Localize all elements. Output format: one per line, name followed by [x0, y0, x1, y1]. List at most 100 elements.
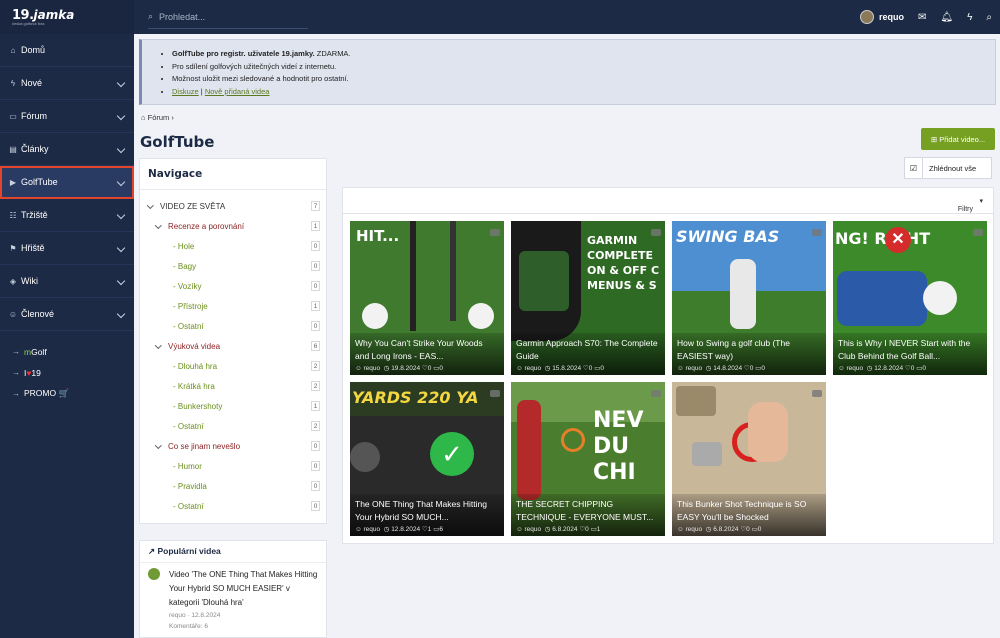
video-card[interactable]: SWING BAS How to Swing a golf club (The E… [672, 221, 826, 375]
video-title[interactable]: How to Swing a golf club (The EASIEST wa… [677, 337, 821, 363]
category-count: 2 [311, 361, 320, 371]
sidebar-item-golftube[interactable]: ▶ GolfTube [0, 166, 134, 199]
video-grid: HIT... Why You Can't Strike Your Woods an… [342, 214, 994, 544]
video-card[interactable]: NG! RIGHT ✕ This is Why I NEVER Start with… [833, 221, 987, 375]
video-date: 12.8.2024 [874, 365, 904, 372]
lightning-icon[interactable]: ϟ [967, 12, 972, 23]
discussion-link[interactable]: Diskuze [172, 87, 199, 96]
video-user[interactable]: requo [363, 526, 380, 533]
popular-videos-panel: ↗ Populární videa Video 'The ONE Thing T… [139, 540, 327, 638]
category-label: - Humor [173, 461, 202, 471]
video-user[interactable]: requo [363, 365, 380, 372]
sidebar-link-i19[interactable]: → I ♥ 19 [12, 362, 134, 383]
avatar [859, 10, 874, 24]
chevron-down-icon[interactable] [156, 223, 162, 229]
category-row[interactable]: - Humor 0 [140, 456, 326, 476]
video-card[interactable]: GARMIN COMPLETE ON & OFF C MENUS & S Garm… [511, 221, 665, 375]
video-card[interactable]: NEV DU CHI THE SECRET CHIPPING TECHNIQUE … [511, 382, 665, 536]
category-row[interactable]: - Pravidla 0 [140, 476, 326, 496]
category-row[interactable]: - Hole 0 [140, 236, 326, 256]
video-user[interactable]: requo [524, 526, 541, 533]
category-label: - Ostatní [173, 501, 204, 511]
video-card[interactable]: This Bunker Shot Technique is SO EASY Yo… [672, 382, 826, 536]
bell-icon[interactable]: 🔔︎ [940, 12, 953, 23]
chevron-down-icon[interactable] [117, 112, 126, 121]
filters-dropdown[interactable]: Filtry ▾ [958, 197, 983, 213]
sidebar-item-členové[interactable]: ☺ Členové [0, 298, 134, 331]
video-card[interactable]: YARDS 220 YA ✓ The ONE Thing That Makes Hi… [350, 382, 504, 536]
sidebar-link-promo[interactable]: → PROMO 🛒 [12, 383, 134, 404]
chevron-down-icon[interactable] [148, 203, 154, 209]
youtube-icon [651, 229, 661, 236]
chevron-down-icon[interactable] [117, 310, 126, 319]
video-title[interactable]: Why You Can't Strike Your Woods and Long… [355, 337, 499, 363]
video-card[interactable]: HIT... Why You Can't Strike Your Woods an… [350, 221, 504, 375]
sidebar-item-fórum[interactable]: ▭ Fórum [0, 100, 134, 133]
forum-icon: ▭ [9, 111, 17, 121]
category-row[interactable]: - Ostatní 2 [140, 416, 326, 436]
category-row[interactable]: - Dlouhá hra 2 [140, 356, 326, 376]
breadcrumb-forum[interactable]: Fórum [148, 113, 170, 122]
user-menu[interactable]: requo [859, 10, 904, 24]
category-count: 0 [311, 261, 320, 271]
chevron-down-icon[interactable] [117, 211, 126, 220]
sidebar-item-články[interactable]: ▤ Články [0, 133, 134, 166]
category-row[interactable]: - Bunkershoty 1 [140, 396, 326, 416]
chevron-right-icon: › [171, 113, 174, 122]
site-logo[interactable]: 19.jamka česká golfová fóra [0, 0, 134, 34]
video-title[interactable]: THE SECRET CHIPPING TECHNIQUE - EVERYONE… [516, 498, 660, 524]
category-count: 2 [311, 381, 320, 391]
category-row[interactable]: Co se jinam nevešlo 0 [140, 436, 326, 456]
add-video-button[interactable]: ⊞ Přidat video... [921, 128, 995, 150]
new-videos-link[interactable]: Nově přidaná videa [205, 87, 270, 96]
chevron-down-icon[interactable] [156, 343, 162, 349]
video-title[interactable]: Garmin Approach S70: The Complete Guide [516, 337, 660, 363]
category-row[interactable]: VIDEO ZE SVĚTA 7 [140, 196, 326, 216]
notice-line-4: Diskuze | Nově přidaná videa [172, 86, 995, 99]
filters-label: Filtry [957, 206, 973, 213]
video-title[interactable]: The ONE Thing That Makes Hitting Your Hy… [355, 498, 499, 524]
notice-line-2: Pro sdílení golfových užitečných videí z… [172, 61, 995, 74]
sidebar-item-label: Domů [21, 45, 46, 55]
category-row[interactable]: Recenze a porovnání 1 [140, 216, 326, 236]
popular-item-text[interactable]: Video 'The ONE Thing That Makes Hitting … [169, 568, 318, 610]
search-input[interactable]: ⌕ Prohledat... [148, 5, 308, 29]
thumbnail-text: GARMIN COMPLETE ON & OFF C MENUS & S [587, 234, 660, 292]
sidebar-item-nové[interactable]: ϟ Nové [0, 67, 134, 100]
category-row[interactable]: - Přístroje 1 [140, 296, 326, 316]
video-title[interactable]: This is Why I NEVER Start with the Club … [838, 337, 982, 363]
chevron-down-icon[interactable] [117, 178, 126, 187]
category-row[interactable]: - Krátká hra 2 [140, 376, 326, 396]
sidebar-item-hřiště[interactable]: ⚑ Hřiště [0, 232, 134, 265]
popular-item[interactable]: Video 'The ONE Thing That Makes Hitting … [140, 563, 326, 637]
category-row[interactable]: - Ostatní 0 [140, 496, 326, 516]
chevron-down-icon[interactable] [156, 443, 162, 449]
category-row[interactable]: - Ostatní 0 [140, 316, 326, 336]
video-likes: 1 [427, 526, 432, 533]
video-user[interactable]: requo [846, 365, 863, 372]
chevron-down-icon[interactable] [117, 79, 126, 88]
username: requo [878, 12, 904, 22]
sidebar-item-domů[interactable]: ⌂ Domů [0, 34, 134, 67]
search-icon[interactable]: ⌕ [986, 12, 992, 23]
category-count: 2 [311, 421, 320, 431]
watch-all-button[interactable]: ☑ Zhlédnout vše [904, 157, 992, 179]
chevron-down-icon[interactable] [117, 277, 126, 286]
category-row[interactable]: - Bagy 0 [140, 256, 326, 276]
video-user[interactable]: requo [685, 526, 702, 533]
mail-icon[interactable]: ✉ [918, 12, 926, 23]
sidebar-item-tržiště[interactable]: ☷ Tržiště [0, 199, 134, 232]
notice-line-1: GolfTube pro registr. uživatele 19.jamky… [172, 48, 995, 61]
chevron-down-icon[interactable] [117, 145, 126, 154]
home-crumb-icon: ⌂ [141, 113, 146, 122]
video-title[interactable]: This Bunker Shot Technique is SO EASY Yo… [677, 498, 821, 524]
chevron-down-icon[interactable] [117, 244, 126, 253]
home-icon: ⌂ [10, 45, 16, 55]
video-user[interactable]: requo [524, 365, 541, 372]
sidebar-item-wiki[interactable]: ◈ Wiki [0, 265, 134, 298]
category-row[interactable]: - Vozíky 0 [140, 276, 326, 296]
sidebar-link-mgolf[interactable]: → m Golf [12, 341, 134, 362]
video-caption: How to Swing a golf club (The EASIEST wa… [672, 333, 826, 375]
category-row[interactable]: Výuková videa 6 [140, 336, 326, 356]
video-user[interactable]: requo [685, 365, 702, 372]
